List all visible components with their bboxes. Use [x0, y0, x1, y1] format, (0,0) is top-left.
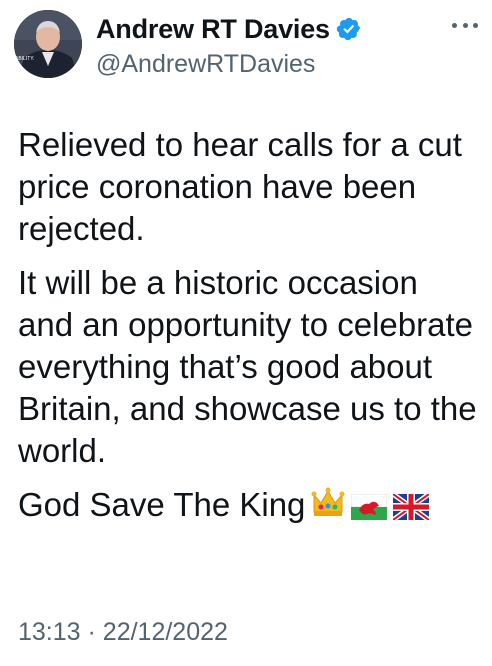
dot	[473, 22, 478, 28]
wales-flag-emoji	[351, 488, 388, 530]
dot	[462, 22, 468, 28]
author-info: Andrew RT Davies @AndrewRTDavies	[96, 14, 362, 79]
tweet-timestamp[interactable]: 13:13 · 22/12/2022	[18, 618, 228, 647]
more-horizontal-icon[interactable]	[452, 20, 478, 30]
display-name[interactable]: Andrew RT Davies	[96, 14, 330, 45]
verified-badge-icon	[336, 16, 362, 42]
tweet-header: ABILITY. Andrew RT Davies @AndrewRTDavie…	[14, 10, 480, 82]
tweet-paragraph: Relieved to hear calls for a cut price c…	[18, 126, 462, 247]
author-handle[interactable]: @AndrewRTDavies	[96, 50, 362, 79]
dot	[452, 22, 457, 28]
name-row: Andrew RT Davies	[96, 14, 362, 44]
avatar[interactable]: ABILITY.	[14, 10, 82, 78]
uk-flag-emoji	[391, 488, 431, 530]
tweet-paragraph: God Save The King	[18, 486, 306, 523]
tweet-paragraph: It will be a historic occasion and an op…	[18, 264, 477, 469]
tweet-date: 22/12/2022	[102, 618, 228, 646]
tweet-paragraph-final: God Save The King	[18, 484, 480, 530]
crown-emoji	[311, 486, 345, 530]
tweet-time: 13:13	[18, 618, 81, 646]
tweet-text: Relieved to hear calls for a cut price c…	[18, 124, 480, 542]
timestamp-separator: ·	[87, 618, 96, 646]
avatar-badge-text: ABILITY.	[15, 56, 34, 62]
